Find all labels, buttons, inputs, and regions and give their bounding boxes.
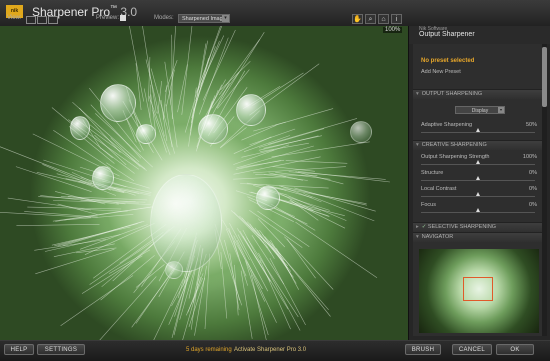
water-drop (100, 84, 136, 122)
adaptive-sharpening-slider[interactable] (421, 132, 535, 133)
slider-label: Structure (421, 170, 444, 176)
scrollbar-thumb[interactable] (542, 47, 547, 107)
expand-icon: ▸ (416, 224, 419, 230)
section-output-sharpening[interactable]: ▾ OUTPUT SHARPENING (413, 89, 543, 99)
checkbox-icon[interactable]: ✓ (422, 224, 427, 230)
modes-select-value: Sharpened Image (182, 16, 226, 22)
info-icon[interactable]: i (391, 14, 402, 24)
slider-thumb[interactable] (476, 192, 480, 196)
slider-track[interactable] (421, 212, 535, 213)
view-label: View: (7, 15, 22, 21)
help-button[interactable]: HELP (4, 344, 34, 355)
settings-button[interactable]: SETTINGS (37, 344, 85, 355)
bottom-bar: HELP SETTINGS 5 days remaining Activate … (0, 340, 550, 361)
hand-icon[interactable]: ✋ (352, 14, 363, 24)
slider-value: 0% (529, 186, 537, 192)
section-label: SELECTIVE SHARPENING (427, 224, 497, 230)
water-drop (165, 261, 183, 279)
collapse-icon: ▾ (416, 91, 419, 97)
section-label: OUTPUT SHARPENING (421, 91, 483, 97)
water-drop (150, 174, 222, 272)
slider-track[interactable] (421, 196, 535, 197)
slider-value: 100% (522, 154, 537, 160)
zoom-level: 100% (383, 27, 403, 33)
view-single-button[interactable] (26, 16, 36, 24)
section-navigator[interactable]: ▾ NAVIGATOR (413, 232, 543, 242)
water-drop (198, 114, 228, 144)
home-icon[interactable]: ⌂ (378, 14, 389, 24)
slider-track[interactable] (421, 180, 535, 181)
trial-days-remaining: 5 days remaining (186, 347, 232, 353)
navigator-viewport-rect[interactable] (463, 277, 493, 301)
chevron-down-icon: ▾ (222, 15, 229, 22)
navigator-thumbnail[interactable] (419, 249, 539, 333)
adaptive-sharpening-value: 50% (525, 122, 537, 128)
title-bar: nik Sharpener Pro™ 3.0 (0, 0, 550, 27)
add-preset-link[interactable]: Add New Preset (421, 69, 461, 75)
image-preview[interactable]: 100% (0, 26, 408, 340)
section-creative-sharpening[interactable]: ▾ CREATIVE SHARPENING (413, 140, 543, 150)
app-title-trademark: ™ (110, 5, 118, 12)
preview-checkbox[interactable] (120, 15, 126, 21)
chevron-down-icon: ▾ (498, 107, 504, 113)
panel-scrollbar[interactable] (542, 44, 547, 336)
adaptive-sharpening-label: Adaptive Sharpening (421, 122, 473, 128)
slider-thumb[interactable] (476, 128, 480, 132)
water-drop (92, 166, 114, 190)
panel-header: Nik Software Output Sharpener (409, 26, 550, 44)
water-drop (256, 186, 280, 210)
cancel-button[interactable]: CANCEL (452, 344, 492, 355)
preset-status: No preset selected (421, 58, 475, 64)
collapse-icon: ▾ (416, 142, 419, 148)
slider-thumb[interactable] (476, 160, 480, 164)
brush-button[interactable]: BRUSH (405, 344, 441, 355)
slider-thumb[interactable] (476, 176, 480, 180)
water-drop (236, 94, 266, 126)
right-panel: Nik Software Output Sharpener No preset … (408, 26, 550, 340)
collapse-icon: ▾ (416, 234, 419, 240)
modes-select[interactable]: Sharpened Image ▾ (178, 14, 230, 23)
preview-label: Preview: (96, 15, 120, 21)
water-drop (350, 121, 372, 143)
slider-value: 0% (529, 170, 537, 176)
water-drop (136, 124, 156, 144)
modes-label: Modes: (154, 15, 174, 21)
activate-link[interactable]: Activate Sharpener Pro 3.0 (234, 347, 306, 353)
section-label: CREATIVE SHARPENING (421, 142, 487, 148)
panel-controls: No preset selected Add New Preset ▾ OUTPU… (413, 44, 543, 336)
zoom-icon[interactable]: ⌕ (365, 14, 376, 24)
slider-label: Local Contrast (421, 186, 457, 192)
slider-track[interactable] (421, 164, 535, 165)
slider-thumb[interactable] (476, 208, 480, 212)
slider-label: Focus (421, 202, 436, 208)
view-split-button[interactable] (37, 16, 47, 24)
ok-button[interactable]: OK (496, 344, 534, 355)
section-selective-sharpening[interactable]: ▸ ✓ SELECTIVE SHARPENING (413, 222, 543, 232)
panel-title: Output Sharpener (419, 31, 475, 38)
view-side-by-side-button[interactable] (48, 16, 58, 24)
slider-value: 0% (529, 202, 537, 208)
output-type-select[interactable]: Display ▾ (455, 106, 505, 114)
water-drop (70, 116, 90, 140)
output-type-value: Display (471, 108, 489, 114)
section-label: NAVIGATOR (421, 234, 454, 240)
